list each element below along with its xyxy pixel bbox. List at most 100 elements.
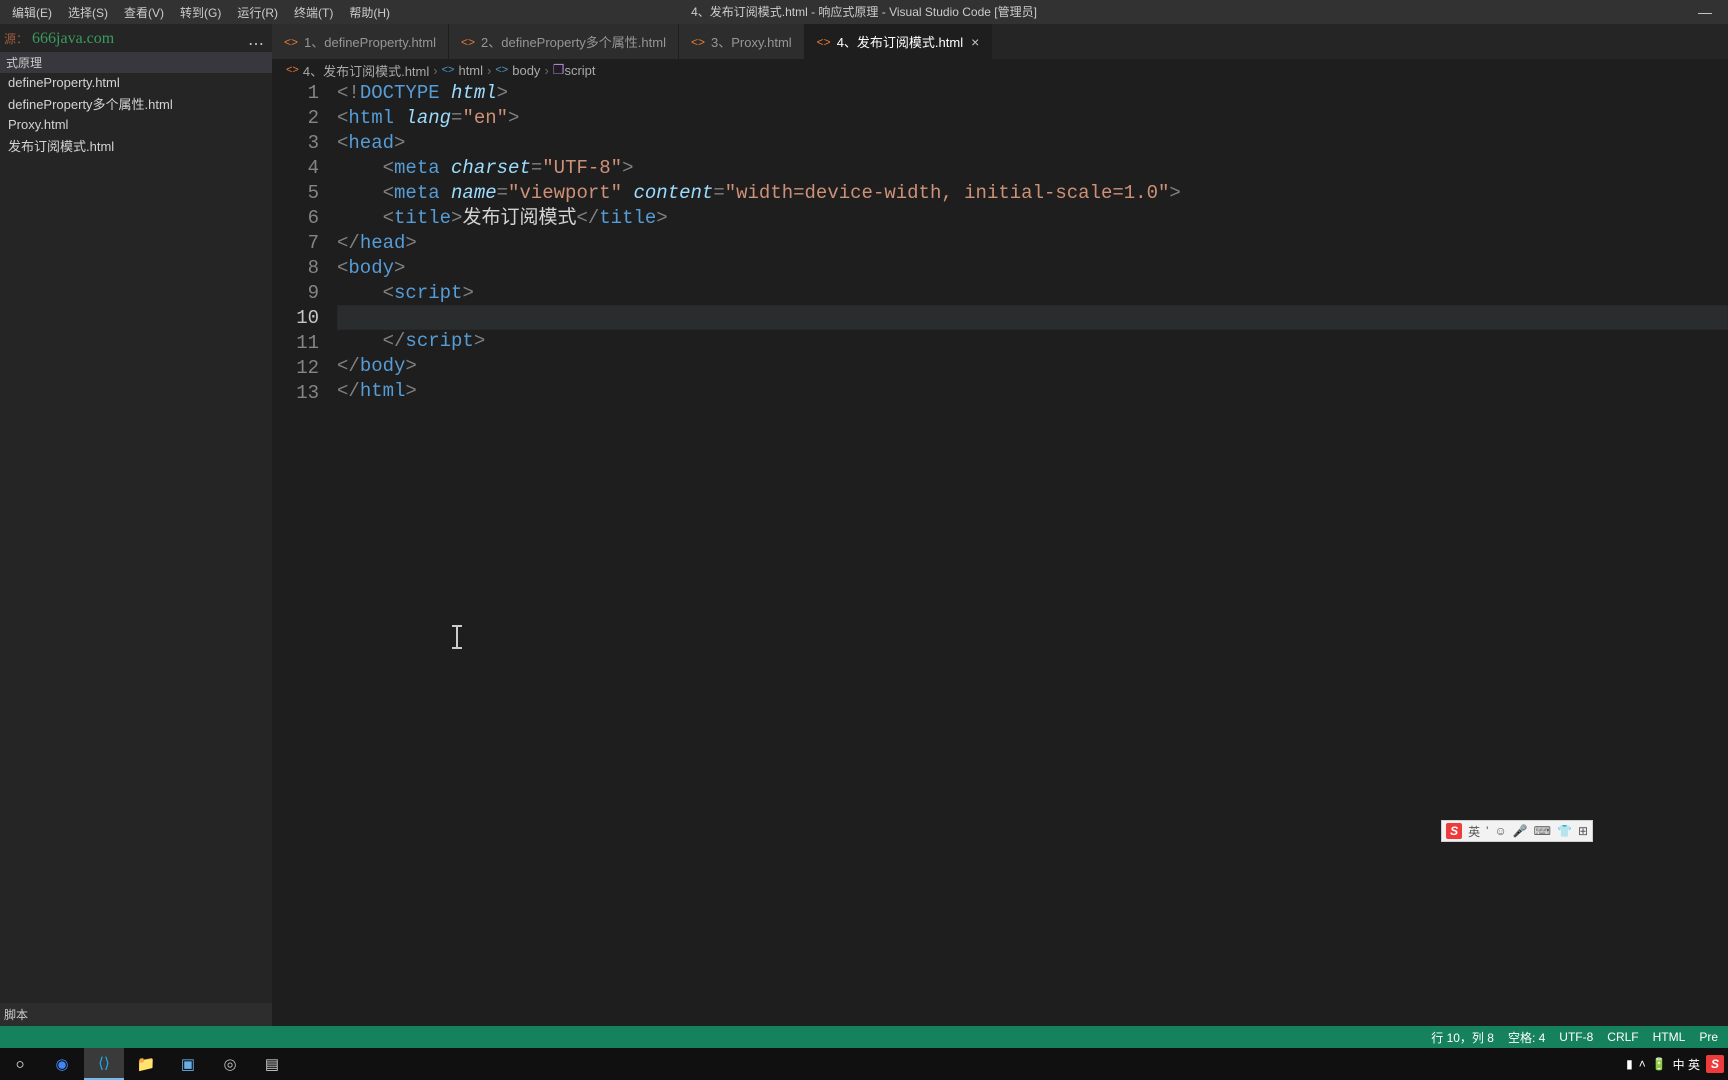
code-content[interactable]: <!DOCTYPE html><html lang="en"><head> <m… bbox=[337, 81, 1728, 1026]
code-line[interactable]: </head> bbox=[337, 231, 1728, 256]
breadcrumb-script[interactable]: script bbox=[564, 63, 595, 78]
code-line[interactable]: </script> bbox=[337, 329, 1728, 354]
line-number: 7 bbox=[272, 231, 319, 256]
ime-emoji-icon[interactable]: ☺ bbox=[1494, 824, 1506, 838]
file-item[interactable]: defineProperty多个属性.html bbox=[0, 92, 272, 115]
breadcrumb-body[interactable]: body bbox=[512, 63, 540, 78]
sogou-tray-icon[interactable]: S bbox=[1706, 1055, 1724, 1073]
status-encoding[interactable]: UTF-8 bbox=[1559, 1030, 1593, 1044]
cortana-icon[interactable]: ○ bbox=[0, 1048, 40, 1080]
status-spaces[interactable]: 空格: 4 bbox=[1508, 1029, 1545, 1046]
tray-battery-icon[interactable]: 🔋 bbox=[1652, 1057, 1667, 1071]
file-item[interactable]: defineProperty.html bbox=[0, 73, 272, 92]
editor-tab[interactable]: <>1、defineProperty.html bbox=[272, 24, 449, 59]
line-number: 5 bbox=[272, 181, 319, 206]
editor-tab[interactable]: <> 4、发布订阅模式.html × bbox=[805, 24, 993, 59]
tab-label: 4、发布订阅模式.html bbox=[837, 32, 963, 51]
system-tray[interactable]: ▮ ˄ 🔋 中 英 S bbox=[1626, 1055, 1728, 1073]
html-file-icon: <> bbox=[817, 35, 831, 49]
code-line[interactable]: <script> bbox=[337, 281, 1728, 306]
window-title: 4、发布订阅模式.html - 响应式原理 - Visual Studio Co… bbox=[691, 0, 1037, 24]
breadcrumb-file[interactable]: 4、发布订阅模式.html bbox=[303, 61, 429, 80]
file-explorer-icon[interactable]: 📁 bbox=[126, 1048, 166, 1080]
code-line[interactable]: <body> bbox=[337, 256, 1728, 281]
watermark: 源：666java.com bbox=[0, 24, 272, 52]
html-file-icon: <> bbox=[691, 35, 705, 49]
code-line[interactable]: </html> bbox=[337, 379, 1728, 404]
ime-keyboard-icon[interactable]: ⌨ bbox=[1534, 824, 1551, 838]
breadcrumb-html[interactable]: html bbox=[458, 63, 483, 78]
line-number: 11 bbox=[272, 331, 319, 356]
ime-lang[interactable]: 英 bbox=[1468, 823, 1480, 840]
explorer-section-header[interactable]: 式原理 bbox=[0, 52, 272, 73]
line-number: 6 bbox=[272, 206, 319, 231]
tray-battery-icon[interactable]: ▮ bbox=[1626, 1057, 1633, 1071]
explorer-sidebar: 源：666java.com ⋯ 式原理 defineProperty.htmld… bbox=[0, 24, 272, 1026]
minimize-button[interactable]: — bbox=[1682, 0, 1728, 24]
html-file-icon: <> bbox=[284, 35, 298, 49]
code-line[interactable]: <meta name="viewport" content="width=dev… bbox=[337, 181, 1728, 206]
editor-tab[interactable]: <> 2、defineProperty多个属性.html bbox=[449, 24, 679, 59]
status-ln-col[interactable]: 行 10，列 8 bbox=[1431, 1029, 1494, 1046]
code-line[interactable]: </body> bbox=[337, 354, 1728, 379]
workbench: 源：666java.com ⋯ 式原理 defineProperty.htmld… bbox=[0, 24, 1728, 1026]
status-eol[interactable]: CRLF bbox=[1607, 1030, 1638, 1044]
ime-mic-icon[interactable]: 🎤 bbox=[1513, 824, 1528, 838]
powershell-icon[interactable]: ▣ bbox=[168, 1048, 208, 1080]
sogou-logo-icon: S bbox=[1446, 823, 1462, 839]
menu-item[interactable]: 帮助(H) bbox=[341, 4, 398, 21]
editor-region: <>1、defineProperty.html<>2、definePropert… bbox=[272, 24, 1728, 1026]
tray-ime-text[interactable]: 中 英 bbox=[1673, 1056, 1700, 1073]
chevron-right-icon: › bbox=[433, 63, 437, 78]
line-number: 12 bbox=[272, 356, 319, 381]
file-item[interactable]: Proxy.html bbox=[0, 115, 272, 134]
code-line[interactable]: <head> bbox=[337, 131, 1728, 156]
menu-item[interactable]: 编辑(E) bbox=[4, 4, 60, 21]
chevron-right-icon: › bbox=[487, 63, 491, 78]
outline-section[interactable]: 脚本 bbox=[0, 1003, 272, 1026]
notepad-icon[interactable]: ▤ bbox=[252, 1048, 292, 1080]
menu-item[interactable]: 终端(T) bbox=[286, 4, 341, 21]
menu-item[interactable]: 选择(S) bbox=[60, 4, 116, 21]
menu-item[interactable]: 转到(G) bbox=[172, 4, 229, 21]
code-line[interactable]: <html lang="en"> bbox=[337, 106, 1728, 131]
breadcrumb[interactable]: <> 4、发布订阅模式.html › <> html › <> body › ❒… bbox=[272, 59, 1728, 81]
status-lang[interactable]: HTML bbox=[1653, 1030, 1686, 1044]
code-editor[interactable]: 12345678910111213 <!DOCTYPE html><html l… bbox=[272, 81, 1728, 1026]
ime-toggle-icon[interactable]: ' bbox=[1486, 824, 1488, 838]
editor-tab[interactable]: <>3、Proxy.html bbox=[679, 24, 805, 59]
line-number: 1 bbox=[272, 81, 319, 106]
line-number: 3 bbox=[272, 131, 319, 156]
html-file-icon: <> bbox=[286, 64, 299, 76]
watermark-text: 666java.com bbox=[32, 30, 114, 47]
minimap[interactable] bbox=[1713, 81, 1728, 1026]
close-icon[interactable]: × bbox=[971, 34, 979, 50]
window-controls: — bbox=[1682, 0, 1728, 24]
code-line[interactable]: <!DOCTYPE html> bbox=[337, 81, 1728, 106]
text-cursor-icon bbox=[456, 625, 458, 649]
menu-item[interactable]: 查看(V) bbox=[116, 4, 172, 21]
file-list: defineProperty.htmldefineProperty多个属性.ht… bbox=[0, 73, 272, 157]
chrome-icon[interactable]: ◉ bbox=[42, 1048, 82, 1080]
line-number: 2 bbox=[272, 106, 319, 131]
line-number-gutter: 12345678910111213 bbox=[272, 81, 337, 1026]
code-line[interactable]: <meta charset="UTF-8"> bbox=[337, 156, 1728, 181]
ellipsis-icon[interactable]: ⋯ bbox=[248, 34, 264, 54]
symbol-icon: <> bbox=[442, 64, 455, 76]
ime-tool-icon[interactable]: ⊞ bbox=[1578, 824, 1588, 838]
windows-taskbar: ○ ◉ ⟨⟩ 📁 ▣ ◎ ▤ ▮ ˄ 🔋 中 英 S bbox=[0, 1048, 1728, 1080]
menu-item[interactable]: 运行(R) bbox=[229, 4, 286, 21]
line-number: 13 bbox=[272, 381, 319, 406]
code-line[interactable]: <title>发布订阅模式</title> bbox=[337, 206, 1728, 231]
tray-chevron-up-icon[interactable]: ˄ bbox=[1639, 1057, 1646, 1071]
code-line[interactable] bbox=[337, 305, 1728, 330]
vscode-icon[interactable]: ⟨⟩ bbox=[84, 1048, 124, 1080]
file-item[interactable]: 发布订阅模式.html bbox=[0, 134, 272, 157]
html-file-icon: <> bbox=[461, 35, 475, 49]
obs-icon[interactable]: ◎ bbox=[210, 1048, 250, 1080]
ime-skin-icon[interactable]: 👕 bbox=[1557, 824, 1572, 838]
ime-panel[interactable]: S 英 ' ☺ 🎤 ⌨ 👕 ⊞ bbox=[1441, 820, 1593, 842]
tab-label: 2、defineProperty多个属性.html bbox=[481, 32, 666, 51]
editor-tabs: <>1、defineProperty.html<>2、definePropert… bbox=[272, 24, 1728, 59]
status-pre[interactable]: Pre bbox=[1699, 1030, 1718, 1044]
